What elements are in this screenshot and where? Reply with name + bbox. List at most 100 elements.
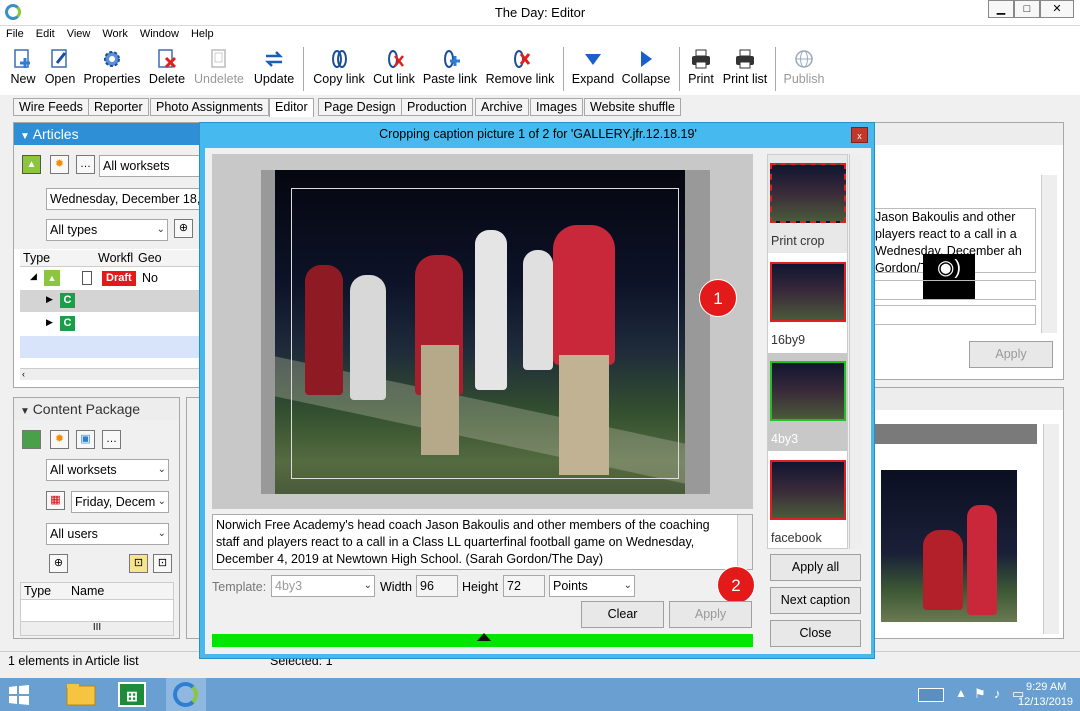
tab-photo-assignments[interactable]: Photo Assignments — [150, 98, 270, 116]
table-row[interactable]: ▶ C — [20, 290, 202, 312]
expand-row-icon[interactable]: ▶ — [46, 294, 53, 305]
col-workflow[interactable]: Workfl — [98, 250, 133, 266]
tab-wire-feeds[interactable]: Wire Feeds — [13, 98, 89, 116]
dots-filter-button[interactable]: … — [76, 155, 95, 174]
horizontal-scrollbar[interactable]: III — [21, 621, 173, 635]
right-field-1[interactable] — [871, 280, 1036, 300]
update-button[interactable]: Update — [250, 45, 298, 93]
tab-production[interactable]: Production — [401, 98, 473, 116]
menu-work[interactable]: Work — [96, 26, 133, 43]
package-date-select[interactable]: Friday, Decem ⌄ — [71, 491, 169, 513]
expand-row-icon[interactable]: ▶ — [46, 317, 53, 328]
sun-filter-button[interactable]: ✹ — [50, 155, 69, 174]
new-button[interactable]: New — [6, 45, 40, 93]
articles-date-select[interactable]: Wednesday, December 18, — [46, 188, 202, 210]
articles-workset-select[interactable]: All worksets — [99, 155, 202, 177]
right-vertical-scrollbar[interactable] — [1041, 175, 1057, 333]
remove-link-button[interactable]: Remove link — [483, 45, 557, 93]
right-field-2[interactable] — [871, 305, 1036, 325]
tab-images[interactable]: Images — [530, 98, 583, 116]
copy-link-button[interactable]: Copy link — [310, 45, 368, 93]
volume-icon[interactable]: ♪ — [994, 686, 1001, 701]
col-type[interactable]: Type — [23, 250, 50, 266]
col-name[interactable]: Name — [71, 583, 104, 599]
folder-button[interactable] — [22, 430, 41, 449]
close-window-button[interactable]: ✕ — [1040, 0, 1074, 18]
collapse-arrow-icon[interactable]: ▼ — [20, 131, 33, 142]
template-select[interactable]: 4by3 ⌄ — [271, 575, 375, 597]
table-row[interactable]: ▶ C — [20, 313, 202, 335]
package-users-select[interactable]: All users ⌄ — [46, 523, 169, 545]
paste-link-button[interactable]: Paste link — [421, 45, 479, 93]
thumbnail-item[interactable]: 4by3 — [768, 353, 847, 451]
start-button[interactable] — [8, 684, 30, 706]
add-article-button[interactable]: ▲ — [22, 155, 41, 174]
print-list-button[interactable]: Print list — [720, 45, 770, 93]
col-geo[interactable]: Geo — [138, 250, 162, 266]
menu-window[interactable]: Window — [134, 26, 185, 43]
unlock-button[interactable]: ⊡ — [153, 554, 172, 573]
delete-button[interactable]: Delete — [146, 45, 188, 93]
package-button[interactable]: ▣ — [76, 430, 95, 449]
menu-view[interactable]: View — [61, 26, 97, 43]
excel-taskbar-icon[interactable]: ⊞ — [118, 682, 146, 707]
apply-all-button[interactable]: Apply all — [770, 554, 861, 581]
caption-scrollbar[interactable] — [737, 515, 752, 569]
maximize-button[interactable]: □ — [1014, 0, 1040, 18]
table-row[interactable] — [20, 336, 202, 358]
flag-icon[interactable]: ⚑ — [974, 686, 986, 702]
cut-link-button[interactable]: Cut link — [371, 45, 417, 93]
minimize-button[interactable]: ▁ — [988, 0, 1014, 18]
crop-frame[interactable] — [291, 188, 679, 479]
calendar-button[interactable]: ▦ — [46, 491, 65, 510]
menu-file[interactable]: File — [0, 26, 30, 43]
next-caption-button[interactable]: Next caption — [770, 587, 861, 614]
find-button[interactable]: ⊕ — [174, 219, 193, 238]
thumbnail-item[interactable]: Print crop — [768, 155, 847, 253]
menu-edit[interactable]: Edit — [30, 26, 61, 43]
tab-page-design[interactable]: Page Design — [318, 98, 402, 116]
thumbnail-item[interactable]: 16by9 — [768, 254, 847, 352]
units-select[interactable]: Points ⌄ — [549, 575, 635, 597]
clock-date[interactable]: 12/13/2019 — [1018, 696, 1073, 708]
dialog-close-icon[interactable]: x — [851, 127, 868, 143]
tab-website-shuffle[interactable]: Website shuffle — [584, 98, 682, 116]
tab-archive[interactable]: Archive — [475, 98, 529, 116]
thumbnail-scrollbar[interactable] — [849, 154, 863, 549]
tab-editor[interactable]: Editor — [269, 98, 314, 117]
properties-button[interactable]: Properties — [81, 45, 143, 93]
menu-help[interactable]: Help — [185, 26, 220, 43]
height-field[interactable]: 72 — [503, 575, 545, 597]
package-workset-select[interactable]: All worksets ⌄ — [46, 459, 169, 481]
clear-button[interactable]: Clear — [581, 601, 664, 628]
expand-row-icon[interactable]: ◢ — [30, 271, 37, 282]
thumbnail-item[interactable]: facebook — [768, 452, 847, 548]
tab-reporter[interactable]: Reporter — [88, 98, 149, 116]
open-button[interactable]: Open — [42, 45, 78, 93]
splitter-handle-icon[interactable] — [477, 633, 491, 641]
editor-app-taskbar-icon[interactable] — [166, 678, 206, 711]
dialog-apply-button[interactable]: Apply — [669, 601, 752, 628]
table-row[interactable]: ◢ ▲ Draft No — [20, 268, 202, 290]
right-apply-button[interactable]: Apply — [969, 341, 1053, 368]
horizontal-scrollbar[interactable]: ‹ — [20, 368, 202, 380]
print-button[interactable]: Print — [685, 45, 717, 93]
right-bottom-scrollbar[interactable] — [1043, 424, 1059, 634]
expand-button[interactable]: Expand — [570, 45, 616, 93]
sun-filter-button[interactable]: ✹ — [50, 430, 69, 449]
clock-time[interactable]: 9:29 AM — [1026, 681, 1066, 693]
publish-button[interactable]: Publish — [782, 45, 826, 93]
articles-type-select[interactable]: All types ⌄ — [46, 219, 168, 241]
col-type[interactable]: Type — [24, 583, 51, 599]
tray-chevron-icon[interactable]: ▲ — [955, 686, 967, 700]
caption-textarea[interactable]: Norwich Free Academy's head coach Jason … — [212, 514, 753, 570]
undelete-button[interactable]: Undelete — [191, 45, 247, 93]
lock-button[interactable]: ⊡ — [129, 554, 148, 573]
find-package-button[interactable]: ⊕ — [49, 554, 68, 573]
close-button[interactable]: Close — [770, 620, 861, 647]
width-field[interactable]: 96 — [416, 575, 458, 597]
collapse-button[interactable]: Collapse — [619, 45, 673, 93]
scroll-thumb[interactable]: III — [93, 622, 101, 633]
collapse-arrow-icon[interactable]: ▼ — [20, 406, 33, 417]
file-explorer-taskbar-icon[interactable] — [64, 681, 98, 708]
